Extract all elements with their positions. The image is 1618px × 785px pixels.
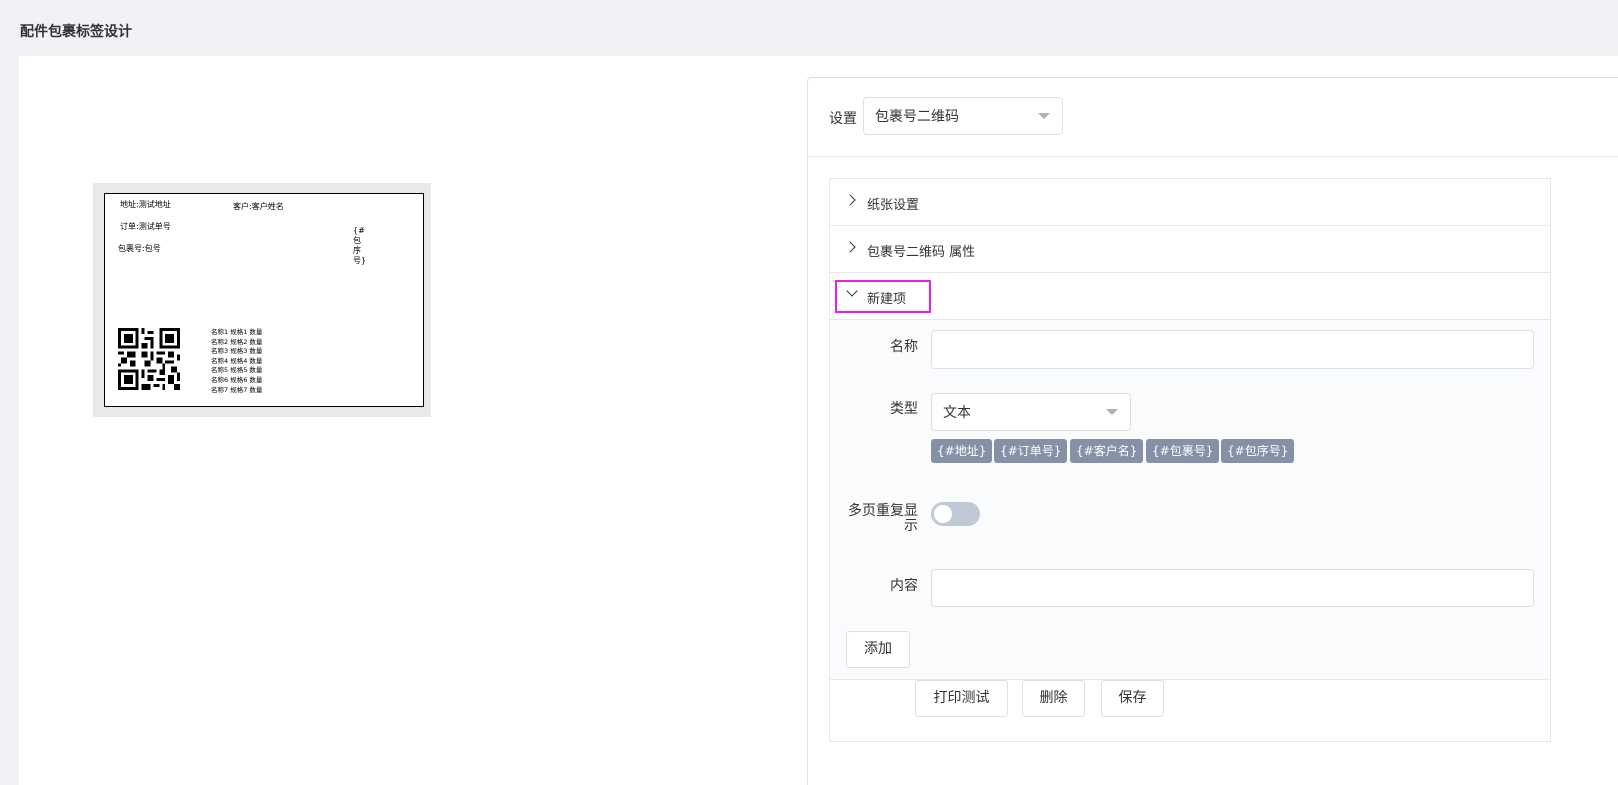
section-title: 包裹号二维码 属性: [867, 245, 976, 260]
save-button[interactable]: 保存: [1101, 680, 1164, 717]
element-select[interactable]: 包裹号二维码: [863, 97, 1063, 135]
settings-collapse: 纸张设置 包裹号二维码 属性 新建项 名称 类型 文本 {#地址} {#订单号}…: [829, 178, 1551, 742]
section-qr-properties[interactable]: 包裹号二维码 属性: [830, 226, 1550, 273]
label-item: 名称2 规格2 数量: [211, 337, 263, 346]
placeholder-tags: {#地址} {#订单号} {#客户名} {#包裹号} {#包序号}: [931, 439, 1331, 463]
label-item: 名称5 规格5 数量: [211, 366, 263, 375]
label-item: 名称1 规格1 数量: [211, 328, 263, 336]
toggle-knob: [934, 505, 952, 523]
chevron-right-icon: [844, 241, 856, 253]
type-select[interactable]: 文本: [931, 393, 1131, 431]
label-order[interactable]: 订单:测试单号: [120, 222, 171, 232]
delete-button[interactable]: 删除: [1022, 680, 1085, 717]
name-input[interactable]: [931, 330, 1534, 369]
print-test-button[interactable]: 打印测试: [915, 680, 1008, 717]
new-item-form: 名称 类型 文本 {#地址} {#订单号} {#客户名} {#包裹号} {#包序…: [830, 320, 1550, 680]
settings-panel: 设置 包裹号二维码 纸张设置 包裹号二维码 属性 新建项 名称 类型 文本 {#…: [807, 77, 1618, 785]
type-label: 类型: [890, 401, 918, 417]
tag-address[interactable]: {#地址}: [931, 439, 993, 463]
repeat-toggle[interactable]: [931, 502, 980, 526]
label-package[interactable]: 包裹号:包号: [118, 244, 161, 254]
label-item-list[interactable]: 名称1 规格1 数量 名称2 规格2 数量 名称3 规格3 数量 名称4 规格4…: [211, 328, 262, 395]
chevron-down-icon: [1038, 113, 1050, 119]
type-select-value: 文本: [943, 405, 971, 421]
chevron-right-icon: [844, 194, 856, 206]
label-item: 名称6 规格6 数量: [211, 375, 263, 384]
label-preview: 地址:测试地址 客户:客户姓名 订单:测试单号 包裹号:包号 {#包序号} 名称…: [93, 183, 431, 417]
section-new-item[interactable]: 新建项: [830, 273, 1550, 320]
section-paper-settings[interactable]: 纸张设置: [830, 179, 1550, 226]
content-label: 内容: [890, 578, 918, 594]
label-item: 名称7 规格7 数量: [211, 385, 263, 394]
label-address[interactable]: 地址:测试地址: [120, 200, 171, 210]
add-button[interactable]: 添加: [846, 631, 910, 668]
chevron-down-icon: [846, 285, 858, 297]
chevron-down-icon: [1106, 409, 1118, 415]
tag-order-number[interactable]: {#订单号}: [994, 439, 1068, 463]
settings-label: 设置: [829, 111, 857, 127]
settings-header: 设置 包裹号二维码: [808, 78, 1618, 157]
tag-package-number[interactable]: {#包裹号}: [1146, 439, 1220, 463]
content-input[interactable]: [931, 569, 1534, 607]
section-title: 纸张设置: [867, 198, 920, 213]
name-label: 名称: [890, 339, 918, 355]
tag-customer-name[interactable]: {#客户名}: [1070, 439, 1144, 463]
tag-package-sequence[interactable]: {#包序号}: [1221, 439, 1295, 463]
qr-code[interactable]: [118, 328, 180, 390]
label-item: 名称3 规格3 数量: [211, 347, 263, 356]
label-item: 名称4 规格4 数量: [211, 356, 263, 365]
element-select-value: 包裹号二维码: [875, 109, 959, 125]
label-paper[interactable]: 地址:测试地址 客户:客户姓名 订单:测试单号 包裹号:包号 {#包序号} 名称…: [104, 193, 424, 407]
label-package-seq[interactable]: {#包序号}: [353, 226, 366, 266]
section-title: 新建项: [867, 292, 907, 307]
page-title: 配件包裹标签设计: [20, 24, 132, 40]
repeat-label: 多页重复显示: [848, 503, 918, 534]
label-customer[interactable]: 客户:客户姓名: [233, 202, 284, 212]
